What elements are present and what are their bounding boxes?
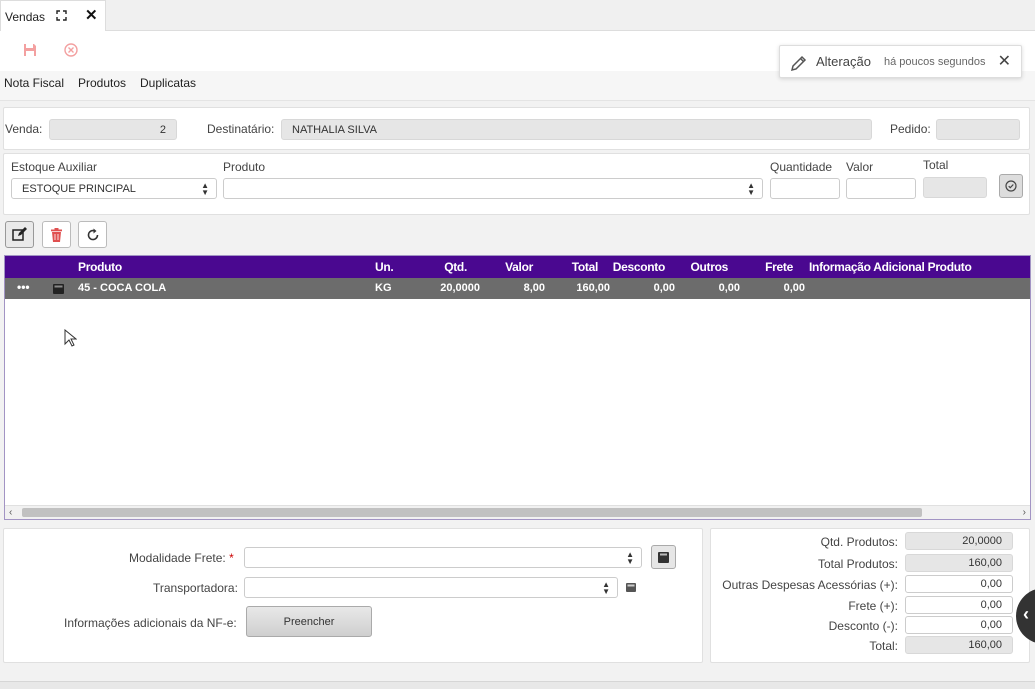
menu-produtos[interactable]: Produtos [78,76,126,90]
total-final-field: 160,00 [905,636,1013,654]
transportadora-label: Transportadora: [153,581,238,595]
preencher-button[interactable]: Preencher [246,606,372,637]
tab-vendas[interactable]: Vendas ✕ [0,0,106,32]
col-frete[interactable]: Frete [745,260,793,274]
desconto-label: Desconto (-): [828,619,898,633]
scroll-right-icon[interactable]: › [1023,506,1026,520]
estoque-label: Estoque Auxiliar [11,160,98,174]
quantidade-label: Quantidade [770,160,833,174]
chevron-left-icon: ‹ [1023,604,1029,624]
frete-input[interactable]: 0,00 [905,596,1013,614]
total-field [923,177,987,198]
check-circle-icon [1005,180,1017,192]
transportadora-select[interactable]: ▲ ▼ [244,577,618,598]
col-valor[interactable]: Valor [485,260,533,274]
edit-button[interactable] [5,221,34,248]
confirm-item-button[interactable] [999,174,1023,198]
close-icon[interactable]: ✕ [85,7,98,25]
toast-time: há poucos segundos [884,56,986,68]
cell-desconto: 0,00 [653,282,675,294]
cell-frete: 0,00 [783,282,805,294]
tab-title: Vendas [5,9,46,24]
cancel-button[interactable] [61,40,81,60]
total-produtos-label: Total Produtos: [817,557,898,571]
mouse-cursor-icon [64,329,77,347]
select-arrows-icon: ▲ ▼ [747,181,755,197]
trash-icon [51,227,62,242]
pencil-icon [790,55,807,72]
select-arrows-icon: ▲ ▼ [201,181,209,197]
total-label: Total [923,158,949,172]
estoque-value: ESTOQUE PRINCIPAL [22,182,136,195]
cell-produto: 45 - COCA COLA [78,282,167,294]
table-row[interactable]: ••• 45 - COCA COLA KG 20,0000 8,00 160,0… [5,278,1030,299]
cell-qtd: 20,0000 [440,282,480,294]
col-outros[interactable]: Outros [678,260,728,274]
refresh-icon [87,228,98,240]
outras-despesas-input[interactable]: 0,00 [905,575,1013,593]
products-grid: Produto Un. Qtd. Valor Total Desconto Ou… [4,255,1031,520]
qtd-produtos-field: 20,0000 [905,532,1013,550]
frete-label: Frete (+): [848,599,898,613]
col-info-adicional[interactable]: Informação Adicional Produto [809,260,972,274]
pedido-label: Pedido: [890,122,931,136]
toast-title: Alteração [816,54,871,69]
cancel-circle-icon [64,43,78,57]
modalidade-frete-label: Modalidade Frete: * [129,551,234,565]
qtd-produtos-label: Qtd. Produtos: [820,535,898,549]
estoque-select[interactable]: ESTOQUE PRINCIPAL ▲ ▼ [11,178,217,199]
cell-total: 160,00 [576,282,610,294]
delete-button[interactable] [42,221,71,248]
venda-label: Venda: [5,122,43,136]
modalidade-calc-button[interactable] [651,545,676,569]
menu-duplicatas[interactable]: Duplicatas [140,76,196,90]
expand-icon[interactable] [56,10,67,21]
calculator-icon[interactable] [53,284,64,294]
total-final-label: Total: [869,639,898,653]
col-un[interactable]: Un. [375,260,394,274]
valor-label: Valor [846,160,874,174]
produto-select[interactable]: ▲ ▼ [223,178,763,199]
refresh-button[interactable] [78,221,107,248]
quantidade-input[interactable] [770,178,840,199]
footer-bar [0,681,1035,689]
pedido-field [936,119,1020,140]
total-produtos-field: 160,00 [905,554,1013,572]
save-button[interactable] [20,40,40,60]
menu-nota-fiscal[interactable]: Nota Fiscal [4,76,64,90]
col-total[interactable]: Total [550,260,599,274]
calculator-icon[interactable] [626,583,636,592]
col-produto[interactable]: Produto [78,260,122,274]
select-arrows-icon: ▲ ▼ [626,550,634,566]
toast-close-icon[interactable]: ✕ [998,51,1011,71]
destinatario-field: NATHALIA SILVA [281,119,872,140]
save-icon [24,44,36,56]
modalidade-frete-select[interactable]: ▲ ▼ [244,547,642,568]
scrollbar-thumb[interactable] [22,508,922,517]
tab-bar: Vendas ✕ [0,0,1035,32]
produto-label: Produto [223,160,266,174]
desconto-input[interactable]: 0,00 [905,616,1013,634]
cell-un: KG [375,282,392,294]
grid-header: Produto Un. Qtd. Valor Total Desconto Ou… [5,256,1030,278]
destinatario-label: Destinatário: [207,122,275,136]
cell-outros: 0,00 [718,282,740,294]
col-qtd[interactable]: Qtd. [425,260,467,274]
venda-field: 2 [49,119,177,140]
valor-input[interactable] [846,178,916,199]
notification-toast: Alteração há poucos segundos ✕ [779,45,1022,78]
select-arrows-icon: ▲ ▼ [602,580,610,596]
outras-despesas-label: Outras Despesas Acessórias (+): [722,578,898,592]
row-menu-icon[interactable]: ••• [17,280,30,294]
info-adicionais-label: Informações adicionais da NF-e: [64,616,237,630]
cell-valor: 8,00 [523,282,545,294]
calculator-icon [658,551,669,563]
edit-icon [12,227,27,241]
scroll-left-icon[interactable]: ‹ [9,506,12,520]
horizontal-scrollbar[interactable]: ‹ › [5,505,1030,519]
col-desconto[interactable]: Desconto [605,260,666,274]
